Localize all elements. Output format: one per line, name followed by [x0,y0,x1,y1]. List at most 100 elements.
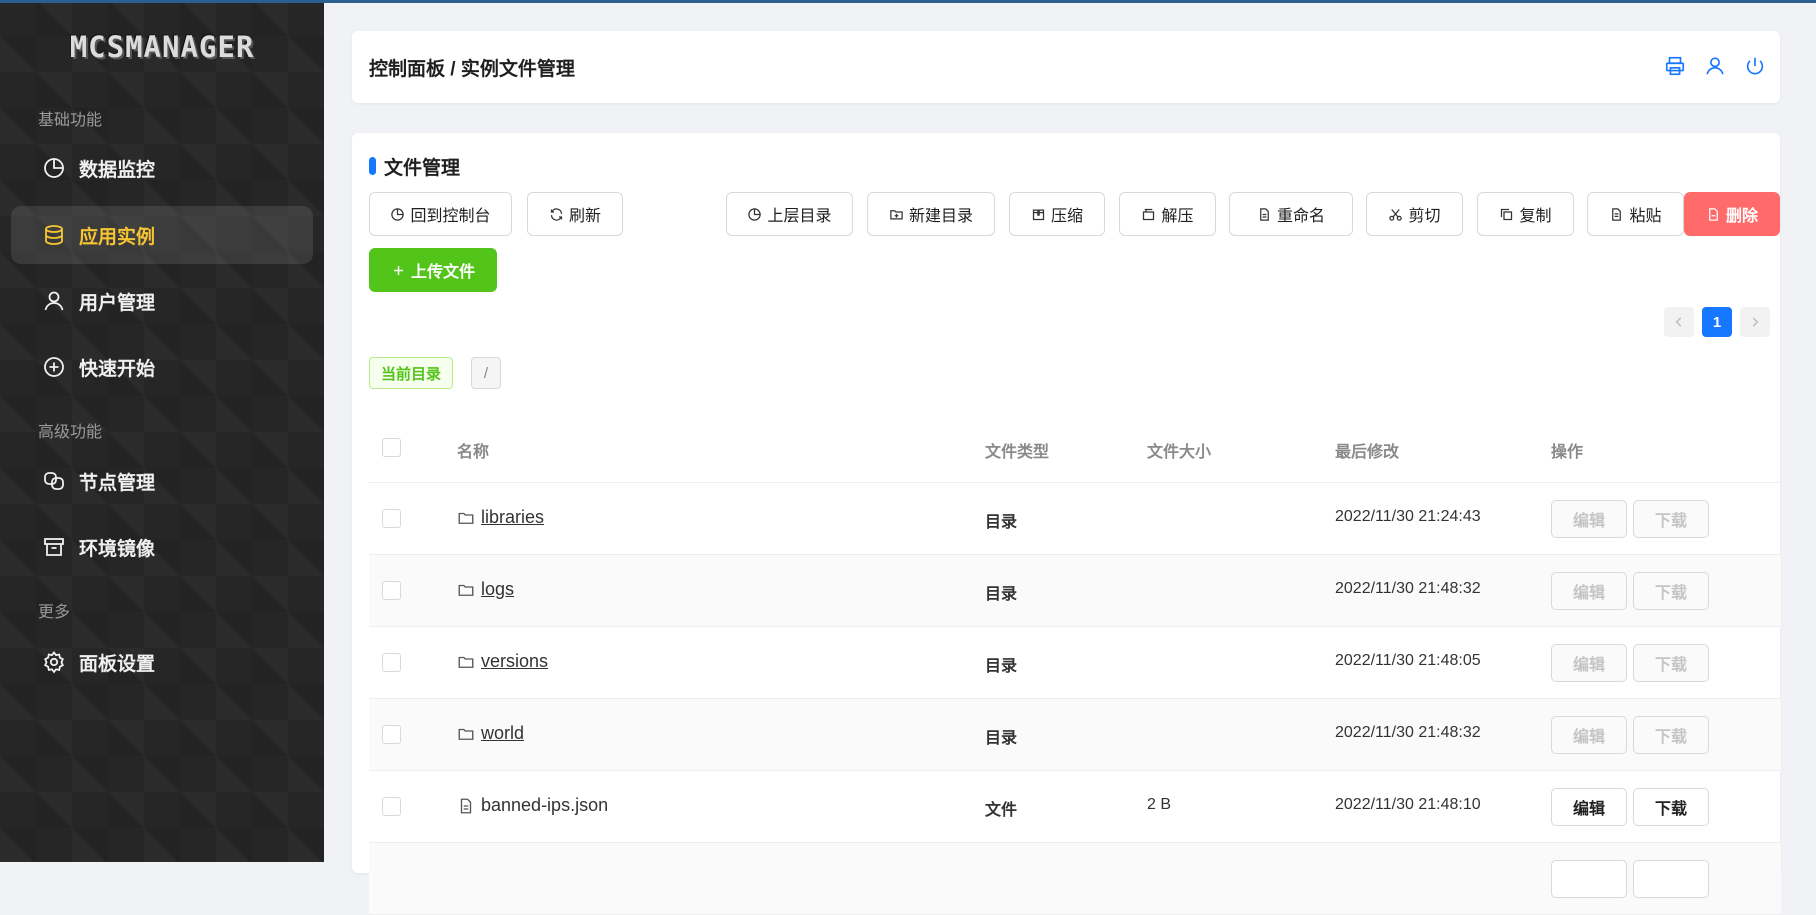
folder-icon [458,512,474,524]
file-name-link[interactable]: logs [481,579,514,600]
printer-icon[interactable] [1664,55,1686,77]
sidebar-item-label: 环境镜像 [79,538,156,560]
file-icon [460,798,472,813]
file-name-link[interactable]: world [481,723,524,744]
sidebar-item-label: 应用实例 [79,226,156,248]
scissors-icon [1389,208,1403,221]
sidebar-item-label: 用户管理 [79,292,156,314]
compress-button[interactable]: 压缩 [1009,192,1105,236]
sidebar-group-basic: 基础功能 [38,112,103,129]
file-name-link[interactable]: libraries [481,507,544,528]
sidebar-item-label: 节点管理 [79,472,156,494]
sidebar-item-label: 面板设置 [79,653,156,675]
row-actions: 编辑 下载 [1551,716,1709,754]
file-type-cell: 文件 [985,802,1018,819]
prev-page-button[interactable] [1664,307,1694,337]
archive-box-icon [41,534,67,560]
app-logo[interactable]: MCSMANAGER [46,30,278,64]
refresh-icon [550,207,563,221]
next-page-button[interactable] [1740,307,1770,337]
rename-button[interactable]: 重命名 [1229,192,1353,236]
file-name-link[interactable]: versions [481,651,548,672]
download-button[interactable]: 下载 [1633,788,1709,826]
current-dir-path[interactable]: / [471,357,501,389]
extract-button[interactable]: 解压 [1119,192,1216,236]
paste-button[interactable]: 粘贴 [1587,192,1684,236]
sidebar-item-settings[interactable]: 面板设置 [11,633,313,691]
file-delete-icon [1709,207,1718,221]
row-actions [1551,860,1709,898]
extract-icon [1143,208,1155,220]
row-checkbox[interactable] [382,797,401,816]
header-name: 名称 [457,444,490,461]
header-size: 文件大小 [1147,444,1212,461]
row-checkbox[interactable] [382,725,401,744]
edit-button[interactable] [1551,860,1627,898]
table-row: logs 目录 2022/11/30 21:48:32 编辑 下载 [369,555,1781,627]
button-label: 上层目录 [767,208,832,225]
card-title-text: 文件管理 [384,157,461,179]
row-actions: 编辑 下载 [1551,500,1709,538]
sidebar-item-users[interactable]: 用户管理 [11,272,313,330]
page-number-current[interactable]: 1 [1702,307,1732,337]
file-name-text[interactable]: banned-ips.json [481,795,608,816]
sidebar-item-label: 快速开始 [79,358,156,380]
parent-dir-icon [748,207,762,221]
file-table: 名称 文件类型 文件大小 最后修改 操作 libraries 目录 2022/1… [369,413,1781,915]
file-type-cell: 目录 [985,658,1018,675]
row-checkbox[interactable] [382,581,401,600]
sidebar-item-instances[interactable]: 应用实例 [11,206,313,264]
nodes-icon [41,468,67,494]
table-header: 名称 文件类型 文件大小 最后修改 操作 [369,413,1781,483]
user-profile-icon[interactable] [1704,55,1726,77]
row-actions: 编辑 下载 [1551,644,1709,682]
file-manager-card: 文件管理 回到控制台 刷新 上层目录 新建目录 压缩 解压 重命名 剪切 复制 … [352,133,1781,915]
upload-file-button[interactable]: 上传文件 [369,248,497,292]
sidebar: MCSMANAGER 基础功能 数据监控 应用实例 用户管理 快速开始 高级功能… [0,0,324,862]
sidebar-item-monitor[interactable]: 数据监控 [11,139,313,197]
chevron-right-icon [1752,317,1759,327]
pagination: 1 [1664,307,1770,337]
delete-button[interactable]: 删除 [1684,192,1780,236]
new-dir-button[interactable]: 新建目录 [867,192,995,236]
edit-button[interactable]: 编辑 [1551,500,1627,538]
folder-icon [458,728,474,740]
database-icon [41,222,67,248]
sidebar-item-label: 数据监控 [79,159,156,181]
download-button[interactable]: 下载 [1633,572,1709,610]
edit-button[interactable]: 编辑 [1551,572,1627,610]
cut-button[interactable]: 剪切 [1366,192,1463,236]
header-actions: 操作 [1551,444,1584,461]
button-label: 粘贴 [1629,208,1662,225]
header-type: 文件类型 [985,444,1050,461]
gear-icon [41,649,67,675]
back-to-console-button[interactable]: 回到控制台 [369,192,512,236]
edit-button[interactable]: 编辑 [1551,716,1627,754]
button-label: 回到控制台 [410,208,491,225]
user-icon [41,288,67,314]
button-label: 复制 [1519,208,1552,225]
edit-button[interactable]: 编辑 [1551,788,1627,826]
power-icon[interactable] [1744,55,1766,77]
row-checkbox[interactable] [382,509,401,528]
current-dir-tag: 当前目录 [369,357,454,389]
row-checkbox[interactable] [382,653,401,672]
button-label: 新建目录 [908,208,973,225]
download-button[interactable] [1633,860,1709,898]
sidebar-item-images[interactable]: 环境镜像 [11,518,313,576]
file-text-icon [1260,207,1269,221]
refresh-button[interactable]: 刷新 [527,192,623,236]
sidebar-item-quickstart[interactable]: 快速开始 [11,338,313,396]
folder-icon [458,656,474,668]
paste-icon [1612,207,1622,221]
button-label: 解压 [1161,208,1194,225]
select-all-checkbox[interactable] [382,438,401,457]
download-button[interactable]: 下载 [1633,716,1709,754]
edit-button[interactable]: 编辑 [1551,644,1627,682]
download-button[interactable]: 下载 [1633,644,1709,682]
sidebar-item-nodes[interactable]: 节点管理 [11,452,313,510]
download-button[interactable]: 下载 [1633,500,1709,538]
top-accent-line [0,0,1816,3]
parent-dir-button[interactable]: 上层目录 [726,192,853,236]
copy-button[interactable]: 复制 [1477,192,1574,236]
